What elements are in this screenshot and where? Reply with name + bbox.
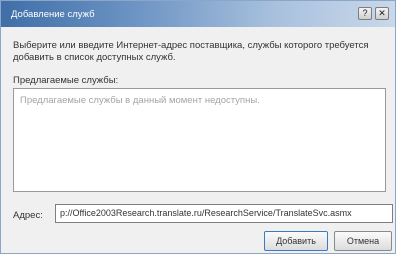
address-input[interactable]: p://Office2003Research.translate.ru/Rese… <box>55 204 393 223</box>
add-button[interactable]: Добавить <box>264 231 328 251</box>
instructions-text: Выберите или введите Интернет-адрес пост… <box>13 40 369 63</box>
caption-buttons: ? ✕ <box>358 7 389 20</box>
suggested-services-label: Предлагаемые службы: <box>13 75 119 86</box>
title-bar[interactable]: Добавление служб ? ✕ <box>1 1 395 27</box>
list-empty-message: Предлагаемые службы в данный момент недо… <box>20 95 260 106</box>
suggested-services-list[interactable]: Предлагаемые службы в данный момент недо… <box>13 88 386 192</box>
help-icon[interactable]: ? <box>358 7 372 20</box>
cancel-button[interactable]: Отмена <box>334 231 392 251</box>
address-label: Адрес: <box>13 210 43 221</box>
window-title: Добавление служб <box>11 9 95 20</box>
close-icon[interactable]: ✕ <box>375 7 389 20</box>
add-services-dialog: Добавление служб ? ✕ Выберите или введит… <box>0 0 396 254</box>
